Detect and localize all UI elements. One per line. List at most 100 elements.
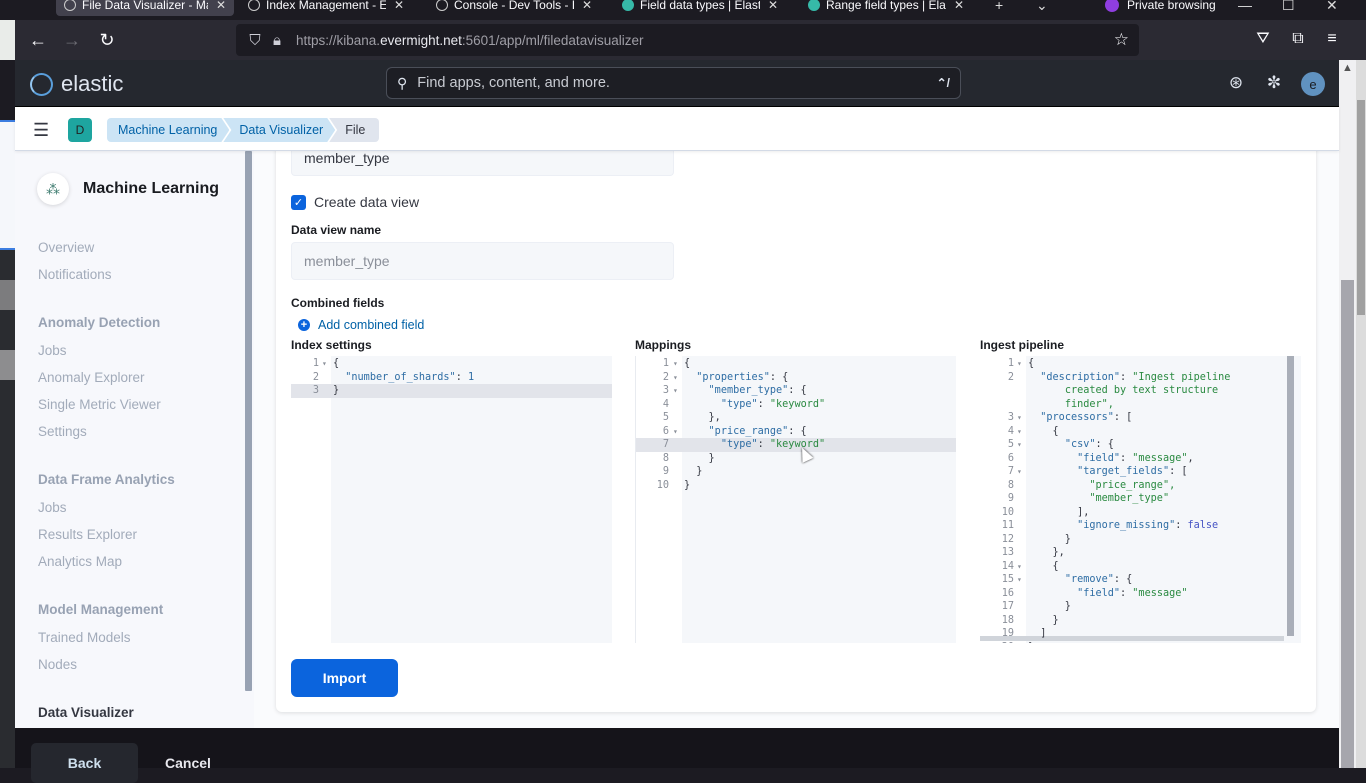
- bookmark-star-icon[interactable]: ☆: [1114, 30, 1129, 50]
- combined-fields-label: Combined fields: [291, 296, 385, 310]
- close-tab-icon[interactable]: ✕: [394, 0, 404, 12]
- fold-toggle-icon[interactable]: ▾: [1017, 357, 1022, 371]
- tab-title: Range field types | Elasticsearch: [826, 0, 946, 12]
- forward-arrow-icon[interactable]: →: [60, 28, 84, 52]
- list-all-tabs-button[interactable]: ⌄: [1036, 0, 1048, 16]
- fold-toggle-icon[interactable]: ▾: [1017, 560, 1022, 574]
- lock-icon[interactable]: 🔒︎: [268, 32, 286, 49]
- pocket-icon[interactable]: ⛛: [1253, 30, 1273, 48]
- browser-tab[interactable]: Console - Dev Tools - Elastic ✕: [428, 0, 600, 16]
- close-tab-icon[interactable]: ✕: [954, 0, 964, 12]
- fold-toggle-icon[interactable]: ▾: [1017, 573, 1022, 587]
- sidebar-item-results-explorer[interactable]: Results Explorer: [38, 527, 137, 542]
- sidebar-scrollbar[interactable]: [245, 151, 252, 691]
- code-text: {: [1028, 358, 1035, 369]
- help-lifebuoy-icon[interactable]: ⊛: [1225, 72, 1247, 94]
- line-number: 18: [1001, 614, 1014, 626]
- browser-tab[interactable]: File Data Visualizer - Machine Learning ✕: [56, 0, 234, 16]
- sidebar-item-single-metric-viewer[interactable]: Single Metric Viewer: [38, 397, 161, 412]
- sidebar-item-anomaly-explorer[interactable]: Anomaly Explorer: [38, 370, 145, 385]
- reload-icon[interactable]: ↻: [95, 28, 119, 52]
- close-tab-icon[interactable]: ✕: [768, 0, 778, 12]
- back-button[interactable]: Back: [31, 743, 138, 783]
- shield-icon[interactable]: ⛉: [246, 32, 264, 49]
- url-text[interactable]: https://kibana.evermight.net:5601/app/ml…: [296, 33, 643, 48]
- line-number: 17: [1001, 601, 1014, 612]
- sidebar-item-nodes[interactable]: Nodes: [38, 657, 77, 672]
- ml-sidebar: ⁂ Machine Learning Overview Notifications…: [15, 151, 254, 728]
- code-line: 7 ▾ "target_fields": [: [980, 465, 1301, 479]
- sidebar-item-data-visualizer[interactable]: Data Visualizer: [38, 705, 134, 720]
- scroll-up-icon[interactable]: ▲: [1342, 62, 1353, 74]
- create-data-view-checkbox[interactable]: ✓: [291, 194, 306, 210]
- fold-toggle-icon[interactable]: ▾: [673, 384, 678, 398]
- sidebar-item-model-management: Model Management: [38, 602, 164, 617]
- url-bar[interactable]: ⛉ 🔒︎ https://kibana.evermight.net:5601/a…: [236, 24, 1139, 56]
- import-button[interactable]: Import: [291, 659, 398, 697]
- code-text: "csv": {: [1064, 439, 1114, 450]
- sidebar-item-notifications[interactable]: Notifications: [38, 267, 112, 282]
- fold-toggle-icon[interactable]: ▾: [673, 357, 678, 371]
- global-search-input[interactable]: ⚲ Find apps, content, and more. ⌃/: [386, 67, 961, 99]
- browser-tab[interactable]: Index Management - Elastic ✕: [240, 0, 412, 16]
- close-tab-icon[interactable]: ✕: [216, 0, 226, 12]
- code-line: 6 ▾ "price_range": {: [636, 425, 956, 439]
- index-settings-editor[interactable]: 1 ▾{2 "number_of_shards": 1 3}: [291, 356, 612, 643]
- line-number: 3: [1007, 412, 1014, 423]
- fold-toggle-icon[interactable]: ▾: [1017, 425, 1022, 439]
- minimize-button[interactable]: —: [1238, 0, 1252, 16]
- code-line: finder",: [980, 398, 1301, 412]
- page-scrollbar-thumb[interactable]: [1341, 280, 1354, 768]
- sidebar-item-settings[interactable]: Settings: [38, 424, 87, 439]
- extensions-icon[interactable]: ⧉: [1288, 30, 1308, 48]
- line-number: 4: [1007, 425, 1014, 437]
- browser-tab[interactable]: Range field types | Elasticsearch ✕: [800, 0, 972, 16]
- code-text: ]: [1028, 628, 1047, 639]
- create-data-view-checkbox-row[interactable]: ✓ Create data view: [291, 194, 419, 210]
- code-line: 2 "description": "Ingest pipeline: [980, 371, 1301, 385]
- close-tab-icon[interactable]: ✕: [582, 0, 592, 12]
- ingest-pipeline-editor[interactable]: 1 ▾{2 "description": "Ingest pipeline cre…: [980, 356, 1301, 643]
- browser-tab[interactable]: Field data types | Elasticsearch ✕: [614, 0, 786, 16]
- fold-toggle-icon[interactable]: ▾: [1017, 465, 1022, 479]
- sidebar-item-jobs[interactable]: Jobs: [38, 500, 67, 515]
- line-number: 5: [1007, 439, 1014, 450]
- code-text: finder",: [1064, 398, 1114, 410]
- kibana-icon: [248, 0, 260, 11]
- elastic-logo[interactable]: elastic: [30, 71, 123, 97]
- code-line: 10 ],: [980, 506, 1301, 520]
- user-avatar[interactable]: e: [1301, 72, 1325, 96]
- hamburger-menu-icon[interactable]: ☰: [33, 120, 49, 141]
- mappings-editor[interactable]: 1 ▾ {2 ▾ "properties": {3 ▾ "member_type": {…: [635, 356, 956, 643]
- cancel-button[interactable]: Cancel: [165, 755, 211, 771]
- code-line: 16 "field": "message": [980, 587, 1301, 601]
- new-tab-button[interactable]: +: [995, 0, 1003, 16]
- menu-icon[interactable]: ≡: [1322, 30, 1342, 48]
- tab-title: File Data Visualizer - Machine Learning: [82, 0, 208, 12]
- code-text: "member_type": {: [708, 385, 807, 396]
- code-line: 5 },: [636, 411, 956, 425]
- maximize-button[interactable]: ☐: [1282, 0, 1295, 16]
- fold-toggle-icon[interactable]: ▾: [1017, 411, 1022, 425]
- sidebar-item-data-frame-analytics: Data Frame Analytics: [38, 472, 175, 487]
- back-arrow-icon[interactable]: ←: [26, 28, 50, 52]
- kibana-header: elastic ⚲ Find apps, content, and more. …: [15, 60, 1339, 107]
- close-window-button[interactable]: ✕: [1326, 0, 1338, 16]
- fold-toggle-icon[interactable]: ▾: [322, 357, 327, 371]
- data-view-name-input[interactable]: member_type: [291, 242, 674, 280]
- elastic-docs-icon: [622, 0, 634, 11]
- fold-toggle-icon[interactable]: ▾: [673, 371, 678, 385]
- sidebar-item-jobs[interactable]: Jobs: [38, 343, 67, 358]
- page-scrollbar[interactable]: ▲: [1339, 60, 1356, 768]
- sidebar-item-overview[interactable]: Overview: [38, 240, 94, 255]
- line-number: 7: [662, 439, 669, 450]
- breadcrumb-machine-learning[interactable]: Machine Learning: [107, 118, 229, 142]
- fold-toggle-icon[interactable]: ▾: [1017, 438, 1022, 452]
- sidebar-item-analytics-map[interactable]: Analytics Map: [38, 554, 122, 569]
- fold-toggle-icon[interactable]: ▾: [673, 425, 678, 439]
- add-combined-field-button[interactable]: + Add combined field: [298, 318, 424, 332]
- news-feed-icon[interactable]: ✼: [1263, 72, 1285, 94]
- space-selector[interactable]: D: [68, 118, 92, 142]
- sidebar-item-trained-models[interactable]: Trained Models: [38, 630, 131, 645]
- breadcrumb-data-visualizer[interactable]: Data Visualizer: [223, 118, 335, 142]
